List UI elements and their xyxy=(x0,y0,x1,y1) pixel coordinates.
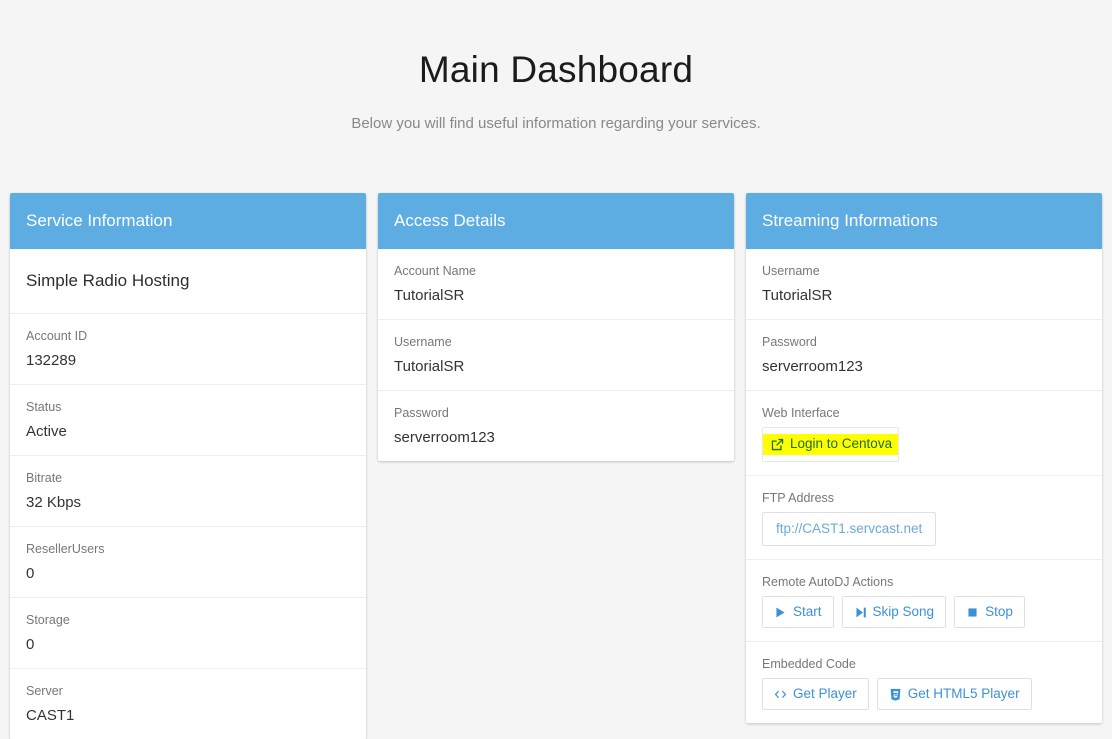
field-value-username: TutorialSR xyxy=(394,358,465,375)
stop-icon xyxy=(966,606,979,619)
row-service-title: Simple Radio Hosting xyxy=(10,249,366,314)
row-username: Username TutorialSR xyxy=(746,249,1102,320)
row-account-id: Account ID 132289 xyxy=(10,314,366,385)
login-to-centova-button[interactable]: Login to Centova xyxy=(762,427,900,462)
stop-button[interactable]: Stop xyxy=(954,596,1025,628)
button-label: Get HTML5 Player xyxy=(907,686,1020,701)
card-service-information: Service Information Simple Radio Hosting A… xyxy=(10,193,366,739)
card-header-title: Access Details xyxy=(394,211,506,230)
page-subtitle: Below you will find useful information r… xyxy=(351,115,761,132)
row-resellerusers: ResellerUsers 0 xyxy=(10,527,366,598)
button-group-web-interface: Login to Centova xyxy=(762,427,1086,462)
row-storage: Storage 0 xyxy=(10,598,366,669)
field-label-ftp-address: FTP Address xyxy=(762,491,835,505)
field-value-username: TutorialSR xyxy=(762,287,833,304)
field-value-password: serverroom123 xyxy=(394,429,495,446)
button-label: Get Player xyxy=(793,686,857,701)
field-value-password: serverroom123 xyxy=(762,358,863,375)
field-label-resellerusers: ResellerUsers xyxy=(26,542,105,556)
card-header-streaming-informations: Streaming Informations xyxy=(746,193,1102,249)
button-group-ftp-address: ftp://CAST1.servcast.net xyxy=(762,512,1086,546)
field-label-username: Username xyxy=(762,264,820,278)
field-value-status: Active xyxy=(26,423,67,440)
row-remote-autodj-actions: Remote AutoDJ Actions Start Skip Song Stop xyxy=(746,560,1102,642)
field-label-server: Server xyxy=(26,684,63,698)
field-value-account-name: TutorialSR xyxy=(394,287,465,304)
row-web-interface: Web Interface Login to Centova xyxy=(746,391,1102,476)
skip-song-button[interactable]: Skip Song xyxy=(841,596,947,628)
button-group-remote-autodj-actions: Start Skip Song Stop xyxy=(762,596,1086,628)
html5-icon xyxy=(889,688,902,701)
row-password: Password serverroom123 xyxy=(746,320,1102,391)
card-streaming-informations: Streaming Informations Username TutorialSR… xyxy=(746,193,1102,723)
dashboard-page: Main Dashboard Below you will find usefu… xyxy=(0,0,1112,739)
card-header-service-information: Service Information xyxy=(10,193,366,249)
row-bitrate: Bitrate 32 Kbps xyxy=(10,456,366,527)
field-label-account-name: Account Name xyxy=(394,264,476,278)
page-title: Main Dashboard xyxy=(418,49,694,90)
button-label: Skip Song xyxy=(872,604,935,619)
row-status: Status Active xyxy=(10,385,366,456)
row-ftp-address: FTP Address ftp://CAST1.servcast.net xyxy=(746,476,1102,560)
field-value-resellerusers: 0 xyxy=(26,565,35,582)
search-highlight: Login to Centova xyxy=(763,434,899,455)
row-password: Password serverroom123 xyxy=(378,391,734,461)
field-value-account-id: 132289 xyxy=(26,352,77,369)
field-label-bitrate: Bitrate xyxy=(26,471,63,485)
field-label-embedded-code: Embedded Code xyxy=(762,657,856,671)
page-header: Main Dashboard Below you will find usefu… xyxy=(0,0,1112,135)
field-label-remote-autodj-actions: Remote AutoDJ Actions xyxy=(762,575,894,589)
external-link-icon xyxy=(771,438,784,451)
field-label-storage: Storage xyxy=(26,613,70,627)
button-label: Start xyxy=(793,604,822,619)
row-server: Server CAST1 xyxy=(10,669,366,739)
start-button[interactable]: Start xyxy=(762,596,834,628)
play-icon xyxy=(774,606,787,619)
button-label: Stop xyxy=(985,604,1013,619)
field-value-bitrate: 32 Kbps xyxy=(26,494,82,511)
field-label-username: Username xyxy=(394,335,452,349)
card-header-title: Streaming Informations xyxy=(762,211,938,230)
card-header-title: Service Information xyxy=(26,211,173,230)
row-account-name: Account Name TutorialSR xyxy=(378,249,734,320)
field-label-password: Password xyxy=(394,406,449,420)
cards-container: Service Information Simple Radio Hosting A… xyxy=(10,193,1102,739)
field-label-password: Password xyxy=(762,335,817,349)
card-header-access-details: Access Details xyxy=(378,193,734,249)
card-access-details: Access Details Account Name TutorialSR User… xyxy=(378,193,734,461)
service-title: Simple Radio Hosting xyxy=(26,271,190,290)
code-icon xyxy=(774,688,787,701)
field-value-storage: 0 xyxy=(26,636,35,653)
row-username: Username TutorialSR xyxy=(378,320,734,391)
step-forward-icon xyxy=(854,606,867,619)
button-label: ftp://CAST1.servcast.net xyxy=(776,521,923,536)
field-label-status: Status xyxy=(26,400,62,414)
page-footer-cutoff xyxy=(0,706,1112,714)
button-label: Login to Centova xyxy=(790,436,893,451)
ftp-cast1-servcast-net-button[interactable]: ftp://CAST1.servcast.net xyxy=(762,512,937,546)
field-label-account-id: Account ID xyxy=(26,329,88,343)
field-label-web-interface: Web Interface xyxy=(762,406,840,420)
